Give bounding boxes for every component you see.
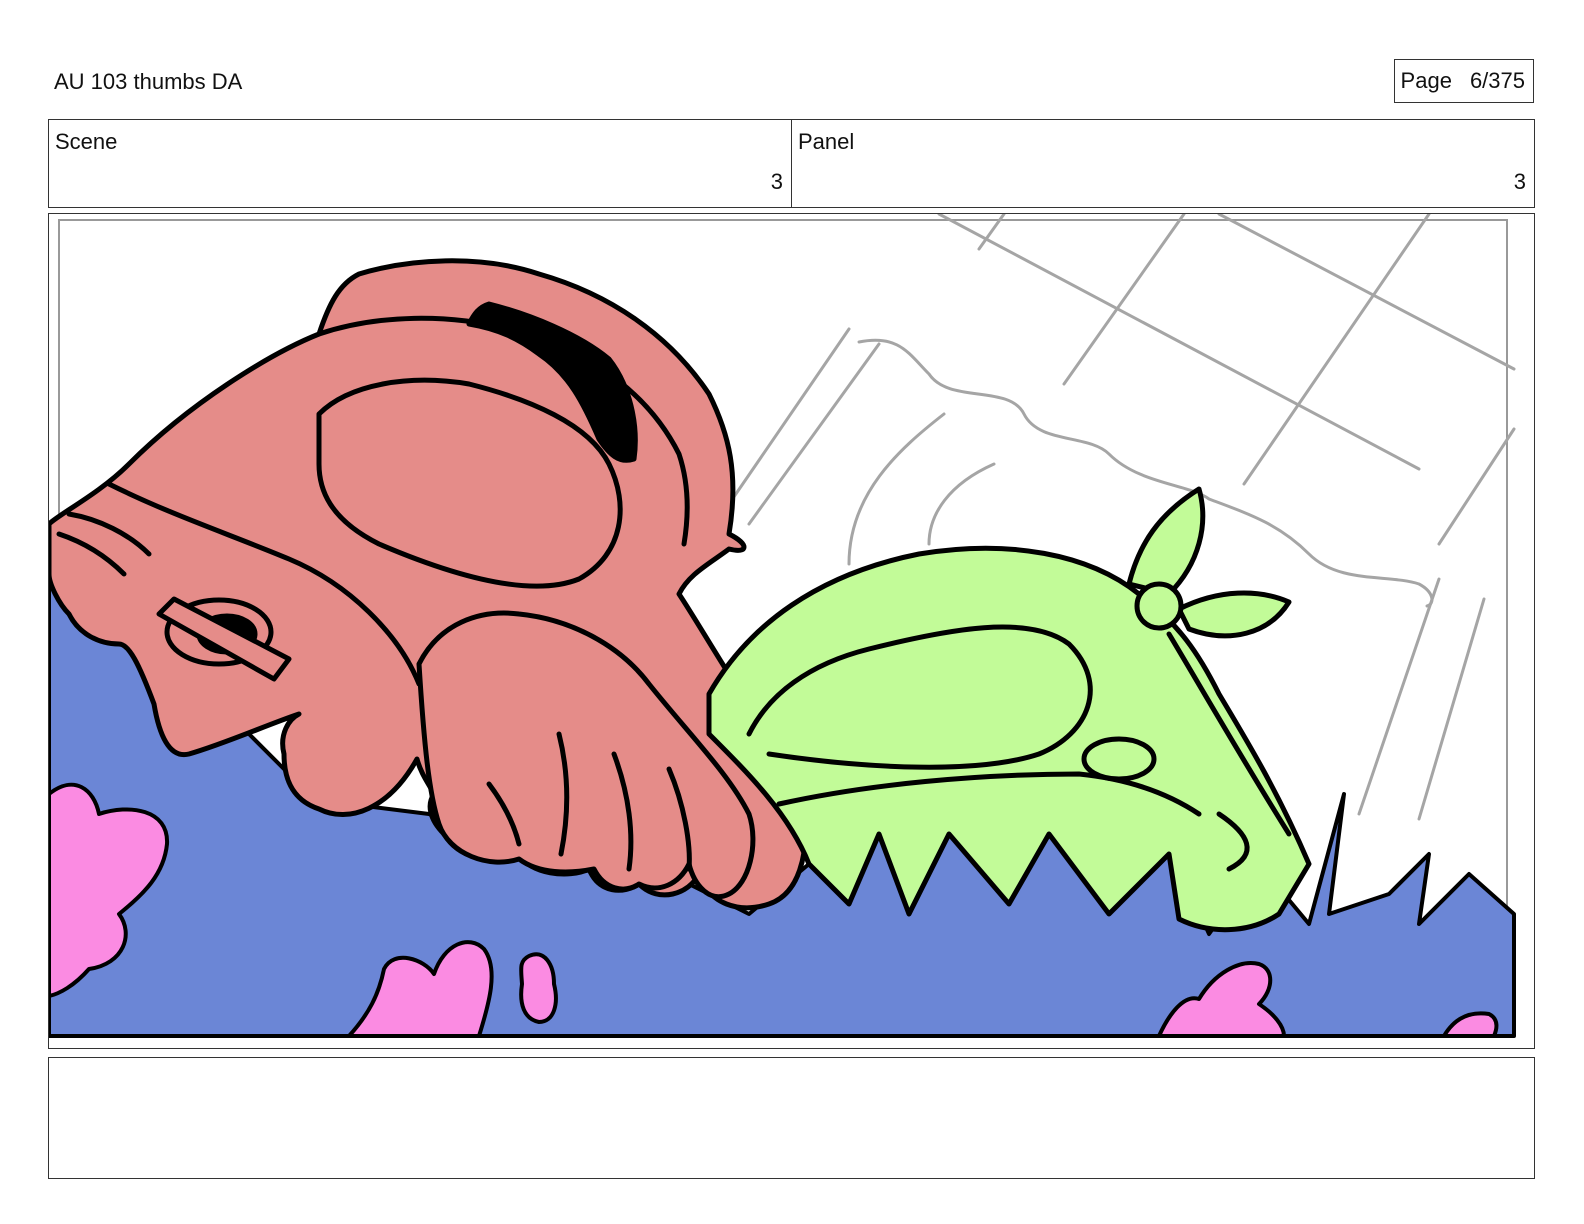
panel-cell: Panel 3 [791,120,1534,207]
scene-panel-row: Scene 3 Panel 3 [48,119,1535,208]
scene-cell: Scene 3 [49,120,791,207]
scene-number: 3 [770,169,783,194]
panel-label: Panel [798,129,855,154]
scene-label: Scene [55,129,118,154]
storyboard-illustration [49,214,1516,1038]
page-label: Page [1400,68,1452,93]
page-indicator: Page 6/375 [1394,59,1534,103]
page-number: 6/375 [1469,68,1525,93]
notes-box [48,1057,1535,1179]
storyboard-frame [48,213,1535,1049]
document-title: AU 103 thumbs DA [54,69,243,94]
panel-number: 3 [1513,169,1526,194]
